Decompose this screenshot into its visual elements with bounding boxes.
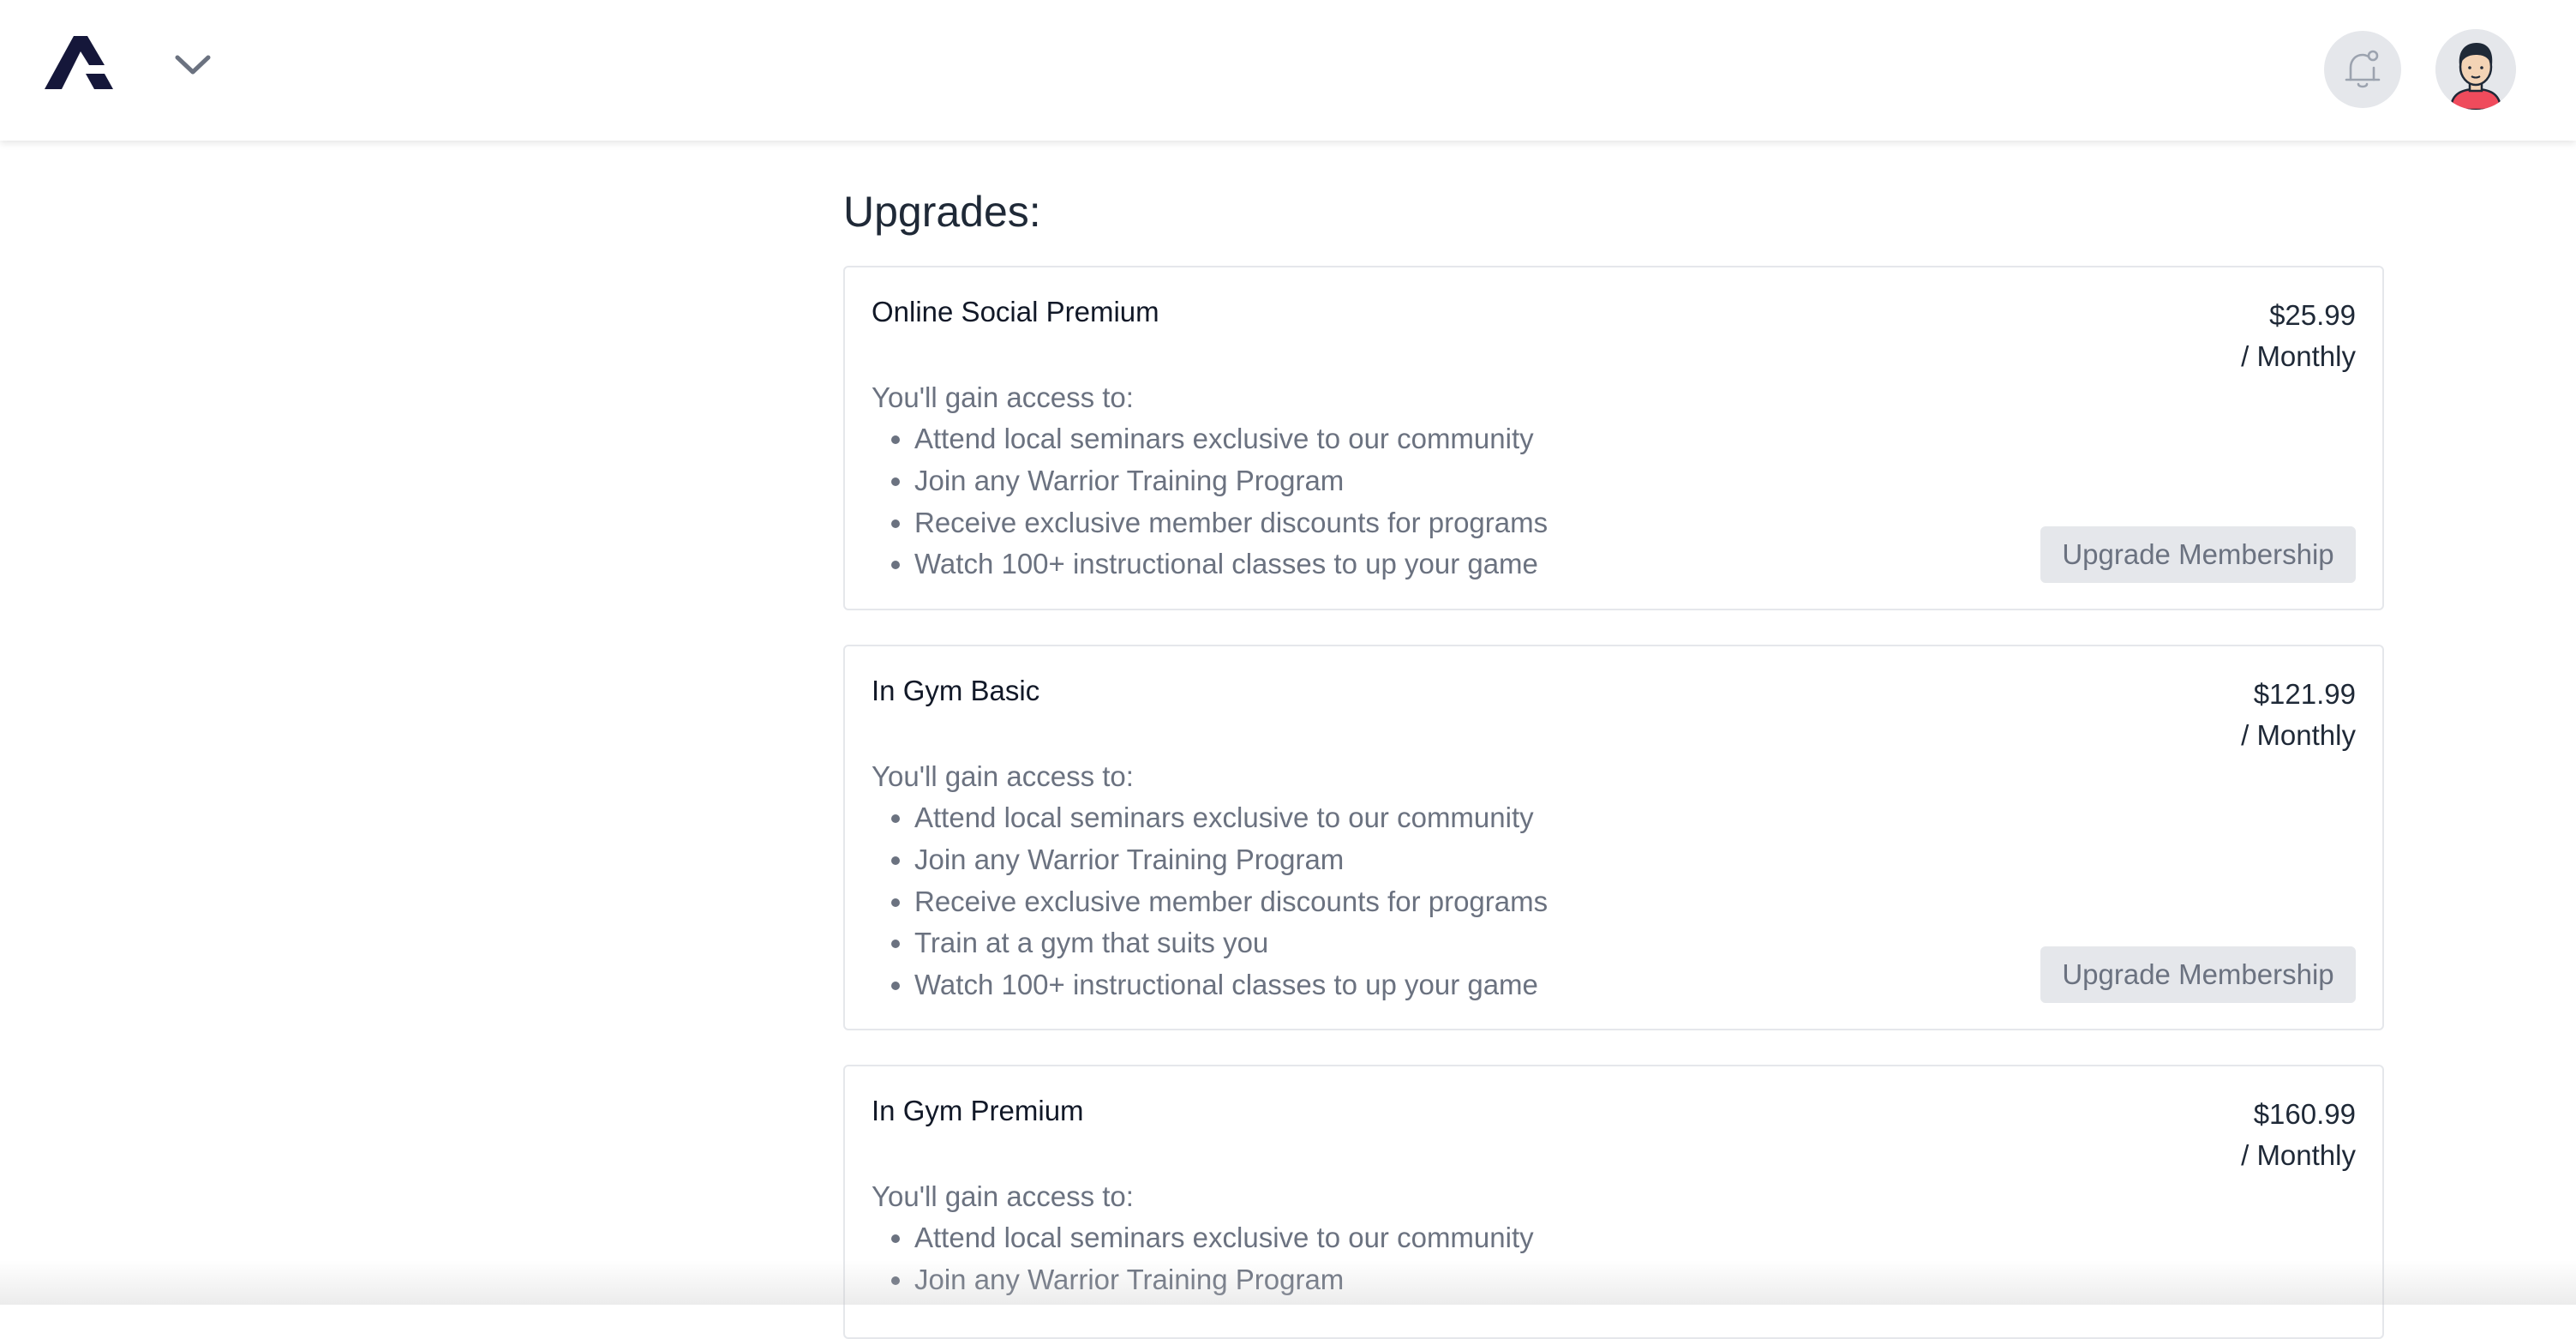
notifications-button[interactable]: [2324, 31, 2401, 108]
plan-name: Online Social Premium: [872, 296, 1159, 327]
price-period: / Monthly: [2241, 719, 2356, 751]
feature-item: Train at a gym that suits you: [914, 922, 1548, 964]
price-amount: $25.99: [2269, 299, 2356, 331]
plan-name: In Gym Premium: [872, 1095, 1084, 1126]
plan-card-in-gym-basic: In Gym Basic $121.99 / Monthly You'll ga…: [843, 645, 2384, 1030]
price-period: / Monthly: [2241, 1139, 2356, 1171]
plan-card-in-gym-premium: In Gym Premium $160.99 / Monthly You'll …: [843, 1065, 2384, 1339]
access-intro: You'll gain access to:: [872, 1180, 1134, 1212]
plan-price: $121.99 / Monthly: [2241, 674, 2356, 756]
plan-name: In Gym Basic: [872, 675, 1040, 706]
section-title: Upgrades:: [843, 188, 1041, 236]
feature-item: Join any Warrior Training Program: [914, 1259, 1534, 1301]
plan-card-online-social-premium: Online Social Premium $25.99 / Monthly Y…: [843, 266, 2384, 610]
user-avatar[interactable]: [2435, 29, 2516, 110]
user-avatar-icon: [2435, 29, 2516, 110]
plan-price: $160.99 / Monthly: [2241, 1094, 2356, 1176]
feature-list: Attend local seminars exclusive to our c…: [872, 1217, 1534, 1301]
feature-item: Attend local seminars exclusive to our c…: [914, 1217, 1534, 1259]
plan-price: $25.99 / Monthly: [2241, 295, 2356, 377]
brand-logo-icon[interactable]: [45, 36, 117, 89]
access-intro: You'll gain access to:: [872, 760, 1134, 792]
feature-item: Watch 100+ instructional classes to up y…: [914, 543, 1548, 585]
price-amount: $160.99: [2253, 1098, 2356, 1130]
feature-item: Attend local seminars exclusive to our c…: [914, 418, 1548, 460]
feature-item: Join any Warrior Training Program: [914, 839, 1548, 881]
price-amount: $121.99: [2253, 678, 2356, 710]
feature-item: Join any Warrior Training Program: [914, 460, 1548, 502]
bell-icon: [2345, 50, 2381, 88]
feature-list: Attend local seminars exclusive to our c…: [872, 797, 1548, 1006]
upgrade-membership-button[interactable]: Upgrade Membership: [2040, 526, 2356, 583]
feature-item: Watch 100+ instructional classes to up y…: [914, 964, 1548, 1006]
feature-item: Receive exclusive member discounts for p…: [914, 502, 1548, 544]
feature-item: Attend local seminars exclusive to our c…: [914, 797, 1548, 839]
feature-item: Receive exclusive member discounts for p…: [914, 881, 1548, 923]
access-intro: You'll gain access to:: [872, 381, 1134, 413]
feature-list: Attend local seminars exclusive to our c…: [872, 418, 1548, 585]
upgrade-membership-button[interactable]: Upgrade Membership: [2040, 946, 2356, 1003]
top-bar: [0, 0, 2576, 141]
chevron-down-icon[interactable]: [173, 51, 213, 77]
price-period: / Monthly: [2241, 340, 2356, 372]
